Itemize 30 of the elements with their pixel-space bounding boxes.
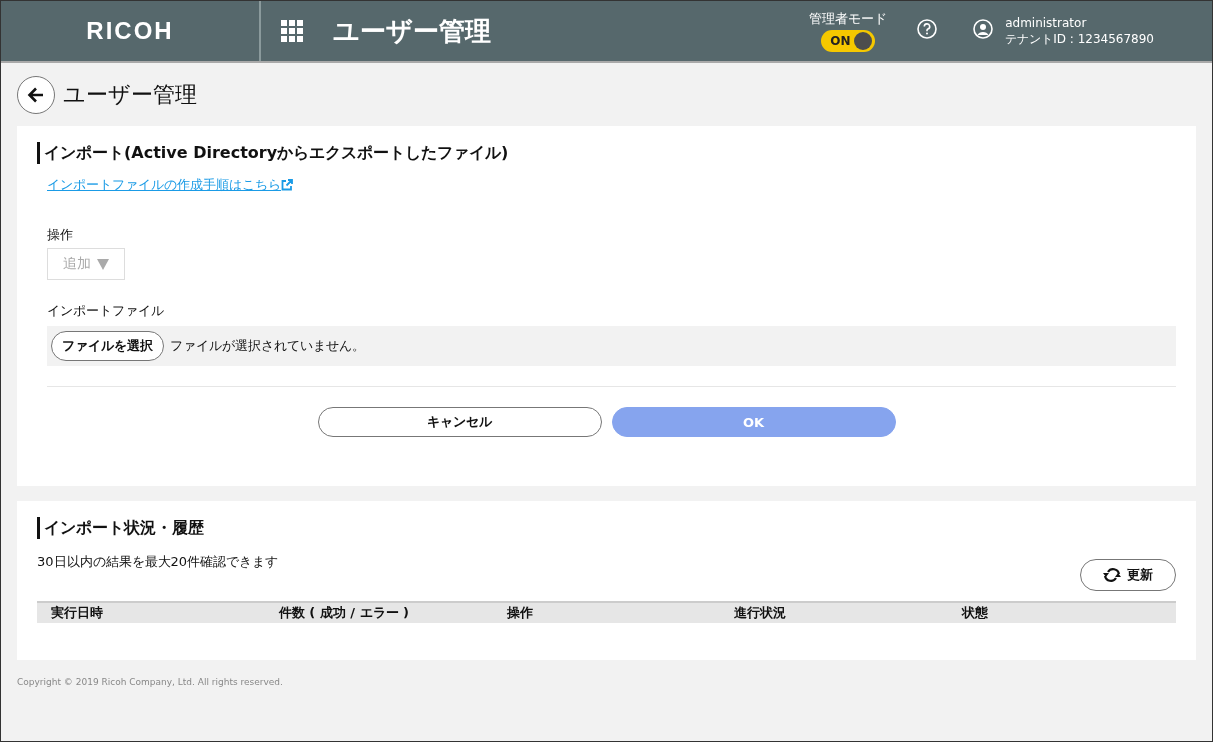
help-icon[interactable] [917, 19, 938, 39]
tenant-id: テナントID : 1234567890 [1005, 31, 1154, 47]
copyright-text: Copyright © 2019 Ricoh Company, Ltd. All rights reserved. [17, 677, 284, 687]
user-avatar-icon[interactable] [973, 19, 994, 39]
dropdown-caret-icon [97, 258, 109, 270]
column-header: 状態 [960, 604, 990, 622]
app-grid-icon[interactable] [281, 20, 303, 42]
field-label: インポートファイル [47, 302, 165, 320]
column-header: 進行状況 [733, 604, 788, 622]
admin-mode-toggle[interactable]: ON [821, 30, 876, 52]
field-label: 操作 [47, 226, 74, 244]
ricoh-logo: RICOH [86, 17, 174, 45]
page-title: ユーザー管理 [63, 80, 197, 109]
section-heading: インポート状況・履歴 [37, 517, 1176, 539]
external-link-icon [281, 179, 293, 191]
app-title: ユーザー管理 [333, 14, 491, 48]
user-name: administrator [1005, 15, 1088, 31]
column-header: 件数 ( 成功 / エラー ) [277, 604, 411, 622]
admin-mode-label: 管理者モード [809, 10, 888, 28]
refresh-icon [1103, 567, 1121, 583]
file-status-text: ファイルが選択されていません。 [170, 337, 365, 355]
back-button[interactable] [17, 75, 55, 114]
cancel-button[interactable]: キャンセル [317, 407, 602, 437]
file-input-field[interactable]: ファイルを選択 ファイルが選択されていません。 [47, 326, 1176, 366]
refresh-button[interactable]: 更新 [1080, 559, 1176, 591]
section-heading: インポート(Active Directoryからエクスポートしたファイル) [37, 142, 1176, 164]
column-header: 実行日時 [50, 604, 104, 622]
history-note: 30日以内の結果を最大20件確認できます [37, 553, 279, 571]
choose-file-button[interactable]: ファイルを選択 [51, 331, 164, 361]
column-header: 操作 [505, 604, 534, 622]
